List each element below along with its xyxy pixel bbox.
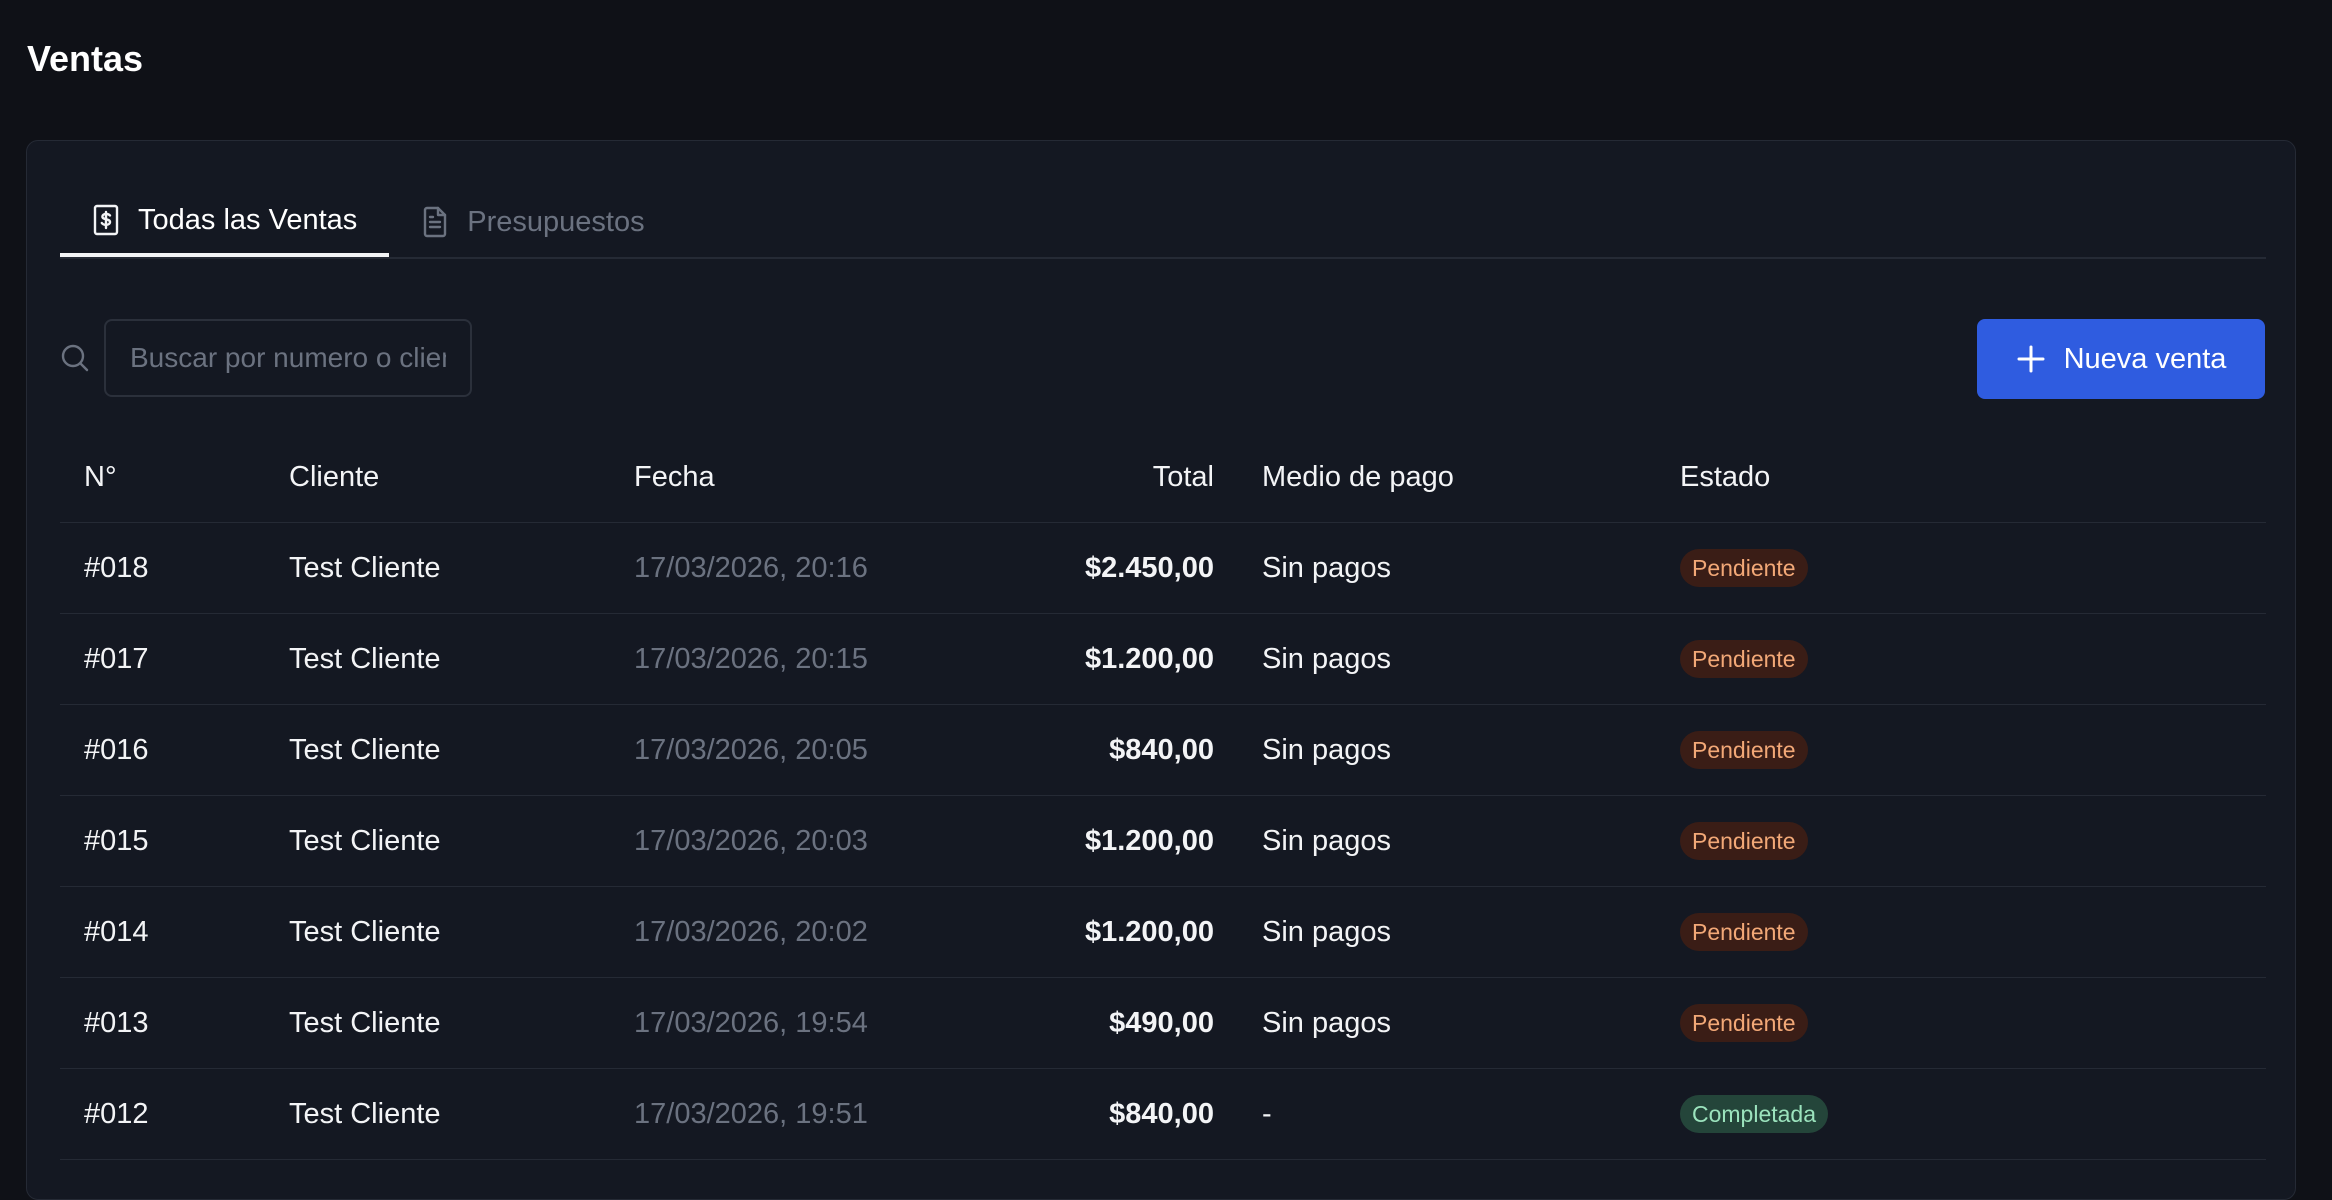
status-badge: Pendiente <box>1680 731 1808 769</box>
plus-icon <box>2016 344 2046 374</box>
cell-medio-de-pago: Sin pagos <box>1262 704 1680 796</box>
search-input[interactable] <box>104 319 472 397</box>
cell-num: #013 <box>60 977 289 1069</box>
cell-estado: Pendiente <box>1680 977 2266 1069</box>
cell-num: #017 <box>60 613 289 705</box>
cell-fecha: 17/03/2026, 20:15 <box>634 613 964 705</box>
search-icon <box>60 343 90 373</box>
new-sale-label: Nueva venta <box>2063 342 2227 375</box>
new-sale-button[interactable]: Nueva venta <box>1977 319 2265 399</box>
status-badge: Pendiente <box>1680 822 1808 860</box>
status-badge: Pendiente <box>1680 1004 1808 1042</box>
cell-cliente: Test Cliente <box>289 704 634 796</box>
cell-medio-de-pago: Sin pagos <box>1262 977 1680 1069</box>
cell-fecha: 17/03/2026, 19:54 <box>634 977 964 1069</box>
status-badge: Completada <box>1680 1095 1829 1133</box>
cell-total: $840,00 <box>964 1068 1262 1160</box>
cell-fecha: 17/03/2026, 20:02 <box>634 886 964 978</box>
cell-medio-de-pago: Sin pagos <box>1262 886 1680 978</box>
cell-fecha: 17/03/2026, 19:51 <box>634 1068 964 1160</box>
table-row[interactable]: #017 Test Cliente 17/03/2026, 20:15 $1.200,… <box>60 613 2266 705</box>
cell-num: #016 <box>60 704 289 796</box>
cell-fecha: 17/03/2026, 20:16 <box>634 522 964 614</box>
cell-total: $1.200,00 <box>964 613 1262 705</box>
header-cliente[interactable]: Cliente <box>289 433 634 523</box>
cell-num: #015 <box>60 795 289 887</box>
cell-estado: Pendiente <box>1680 522 2266 614</box>
sales-card: Todas las Ventas Presupuestos Buscar por… <box>26 140 2296 1200</box>
table-row[interactable]: #012 Test Cliente 17/03/2026, 19:51 $840,00… <box>60 1068 2266 1160</box>
cell-total: $1.200,00 <box>964 795 1262 887</box>
cell-total: $490,00 <box>964 977 1262 1069</box>
sales-table: N° Cliente Fecha Total Medio de pago Est… <box>60 433 2266 1160</box>
cell-cliente: Test Cliente <box>289 1068 634 1160</box>
cell-num: #018 <box>60 522 289 614</box>
cell-num: #012 <box>60 1068 289 1160</box>
header-estado[interactable]: Estado <box>1680 433 2266 523</box>
cell-total: $2.450,00 <box>964 522 1262 614</box>
table-row[interactable]: #014 Test Cliente 17/03/2026, 20:02 $1.200,… <box>60 886 2266 978</box>
cell-estado: Pendiente <box>1680 795 2266 887</box>
cell-cliente: Test Cliente <box>289 613 634 705</box>
cell-medio-de-pago: - <box>1262 1068 1680 1160</box>
cell-medio-de-pago: Sin pagos <box>1262 522 1680 614</box>
sales-table-body: #018 Test Cliente 17/03/2026, 20:16 $2.450,… <box>60 522 2266 1160</box>
header-fecha[interactable]: Fecha <box>634 433 964 523</box>
cell-cliente: Test Cliente <box>289 795 634 887</box>
tab-label: Presupuestos <box>467 205 645 238</box>
status-badge: Pendiente <box>1680 913 1808 951</box>
cell-estado: Completada <box>1680 1068 2266 1160</box>
table-row[interactable]: #013 Test Cliente 17/03/2026, 19:54 $490,00… <box>60 977 2266 1069</box>
header-num[interactable]: N° <box>60 433 289 523</box>
table-row[interactable]: #015 Test Cliente 17/03/2026, 20:03 $1.200,… <box>60 795 2266 887</box>
search-bar <box>60 319 472 397</box>
cell-medio-de-pago: Sin pagos <box>1262 795 1680 887</box>
cell-total: $840,00 <box>964 704 1262 796</box>
cell-fecha: 17/03/2026, 20:05 <box>634 704 964 796</box>
table-row[interactable]: #016 Test Cliente 17/03/2026, 20:05 $840,00… <box>60 704 2266 796</box>
cell-cliente: Test Cliente <box>289 886 634 978</box>
cell-cliente: Test Cliente <box>289 522 634 614</box>
status-badge: Pendiente <box>1680 549 1808 587</box>
tab-presupuestos[interactable]: Presupuestos <box>389 187 676 257</box>
tab-label: Todas las Ventas <box>138 203 358 236</box>
page-title: Ventas <box>27 38 144 79</box>
header-medio-de-pago[interactable]: Medio de pago <box>1262 433 1680 523</box>
tab-todas-las-ventas[interactable]: Todas las Ventas <box>60 187 390 257</box>
cell-estado: Pendiente <box>1680 704 2266 796</box>
cell-estado: Pendiente <box>1680 886 2266 978</box>
cell-estado: Pendiente <box>1680 613 2266 705</box>
status-badge: Pendiente <box>1680 640 1808 678</box>
cell-num: #014 <box>60 886 289 978</box>
cell-medio-de-pago: Sin pagos <box>1262 613 1680 705</box>
cell-cliente: Test Cliente <box>289 977 634 1069</box>
receipt-dollar-icon <box>92 204 120 236</box>
document-icon <box>421 206 449 238</box>
tab-bar: Todas las Ventas Presupuestos <box>60 187 2266 259</box>
cell-fecha: 17/03/2026, 20:03 <box>634 795 964 887</box>
table-header-row: N° Cliente Fecha Total Medio de pago Est… <box>60 433 2266 523</box>
cell-total: $1.200,00 <box>964 886 1262 978</box>
header-total[interactable]: Total <box>964 433 1262 523</box>
table-row[interactable]: #018 Test Cliente 17/03/2026, 20:16 $2.450,… <box>60 522 2266 614</box>
